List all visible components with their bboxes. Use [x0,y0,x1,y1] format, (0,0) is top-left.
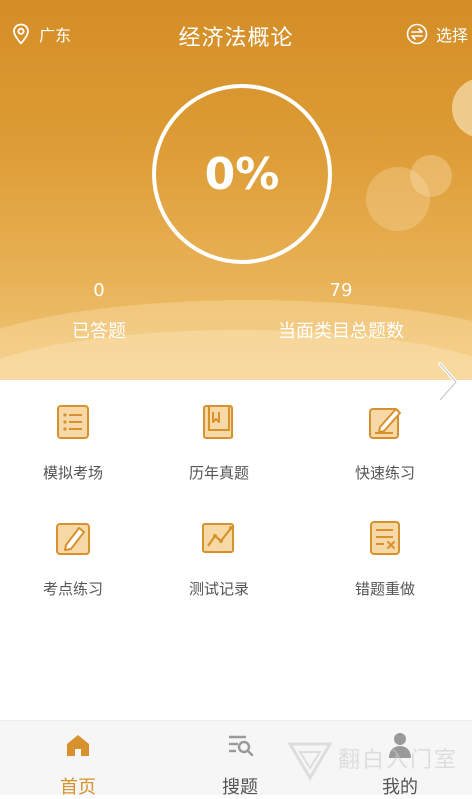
answered-count: 0 [93,280,105,301]
pencil-note-icon [56,523,90,555]
book-icon [203,405,233,439]
watermark-text: 翻白入门室 [338,748,459,773]
list-doc-icon [57,405,89,439]
watermark-logo-icon [287,742,333,781]
hero-banner: 广东 经济法概论 选择 0% 0 已答题 79 当面类目总题数 [0,0,472,380]
choose-button[interactable]: 选择 [406,22,468,46]
total-label: 当面类目总题数 [278,321,404,342]
feature-label: 测试记录 [188,580,249,598]
feature-topic-practice[interactable]: 考点练习 [8,518,138,599]
switch-icon [406,23,428,45]
answered-label: 已答题 [72,321,126,342]
chart-icon [202,523,234,553]
tab-search[interactable]: 搜题 [180,721,300,799]
feature-past-papers[interactable]: 历年真题 [154,402,284,483]
wrong-doc-icon [370,521,400,555]
progress-ring: 0% [152,84,332,264]
feature-label: 错题重做 [354,580,415,598]
choose-label: 选择 [435,26,468,45]
feature-test-records[interactable]: 测试记录 [154,518,284,599]
feature-label: 模拟考场 [42,464,103,482]
feature-label: 考点练习 [42,580,103,598]
tab-label: 首页 [60,777,96,798]
watermark: 翻白入门室 [286,728,472,790]
home-icon [67,735,89,756]
decor-bubble [410,155,452,197]
decor-bubble [452,78,472,138]
answered-stat: 0 已答题 [40,280,158,343]
edit-icon [369,408,401,439]
feature-redo-mistakes[interactable]: 错题重做 [320,518,450,599]
total-stat: 79 当面类目总题数 [256,280,426,343]
tab-label: 搜题 [222,777,258,798]
total-count: 79 [329,280,353,301]
progress-percent: 0% [204,148,280,200]
chevron-right-icon[interactable] [432,360,462,404]
search-list-icon [229,735,254,757]
feature-quick-practice[interactable]: 快速练习 [320,402,450,483]
page-title: 经济法概论 [178,26,294,51]
top-bar: 广东 经济法概论 选择 [0,0,472,64]
feature-label: 历年真题 [188,464,249,482]
tab-home[interactable]: 首页 [18,721,138,799]
feature-label: 快速练习 [354,464,415,482]
feature-mock-exam[interactable]: 模拟考场 [8,402,138,483]
